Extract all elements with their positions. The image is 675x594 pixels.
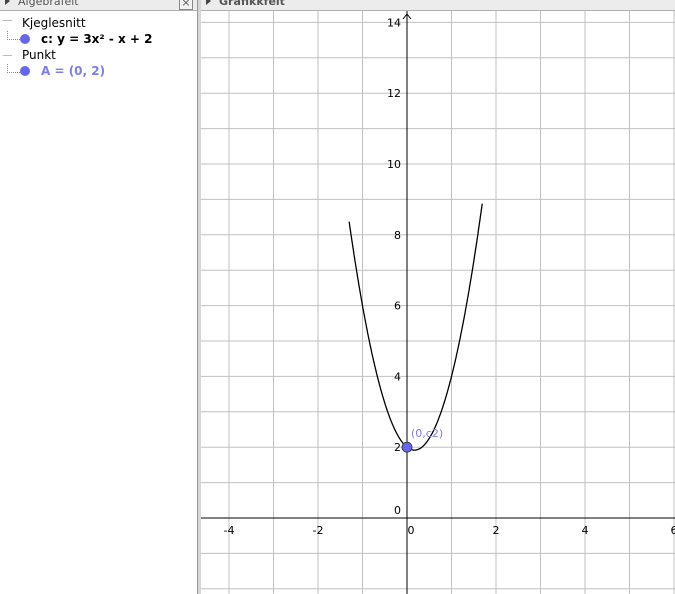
tree-line (7, 31, 20, 40)
y-tick-label: 14 (387, 16, 401, 29)
category-kjeglesnitt[interactable]: Kjeglesnitt (22, 16, 86, 30)
visibility-toggle-icon[interactable] (20, 34, 30, 44)
y-tick-label: 10 (387, 158, 401, 171)
collapse-triangle-icon[interactable] (5, 0, 10, 5)
collapse-icon[interactable] (3, 20, 12, 21)
y-tick-label: 12 (387, 87, 401, 100)
tree-line (7, 64, 20, 73)
x-tick-label: 2 (493, 524, 500, 537)
collapse-icon[interactable] (3, 55, 12, 56)
x-tick-label: 4 (582, 524, 589, 537)
point-a[interactable] (401, 441, 413, 453)
x-tick-label: 6 (671, 524, 675, 537)
y-tick-label: 0 (394, 504, 401, 517)
close-icon[interactable]: × (179, 0, 193, 10)
y-tick-label: 4 (394, 370, 401, 383)
algebra-view-title: Algebrafelt (18, 0, 79, 8)
x-tick-label: 0 (408, 524, 415, 537)
y-tick-label: 2 (394, 441, 401, 454)
visibility-toggle-icon[interactable] (20, 66, 30, 76)
x-tick-label: -4 (224, 524, 235, 537)
conic-item[interactable]: c: y = 3x² - x + 2 (41, 32, 153, 46)
algebra-view-header[interactable]: Algebrafelt (0, 0, 197, 11)
y-tick-label: 6 (394, 300, 401, 313)
collapse-triangle-icon[interactable] (206, 0, 211, 5)
point-item[interactable]: A = (0, 2) (41, 64, 105, 78)
point-a-label: (0,c2) (411, 427, 443, 440)
x-tick-label: -2 (313, 524, 324, 537)
graphics-canvas[interactable]: -4 -2 0 2 4 6 0 2 4 6 8 10 12 14 (0,c2) (201, 11, 675, 594)
graphics-view-header[interactable]: Grafikkfelt (201, 0, 675, 11)
y-tick-label: 8 (394, 229, 401, 242)
category-punkt[interactable]: Punkt (22, 48, 56, 62)
graphics-view-title: Grafikkfelt (219, 0, 285, 8)
parabola-curve (348, 203, 483, 451)
